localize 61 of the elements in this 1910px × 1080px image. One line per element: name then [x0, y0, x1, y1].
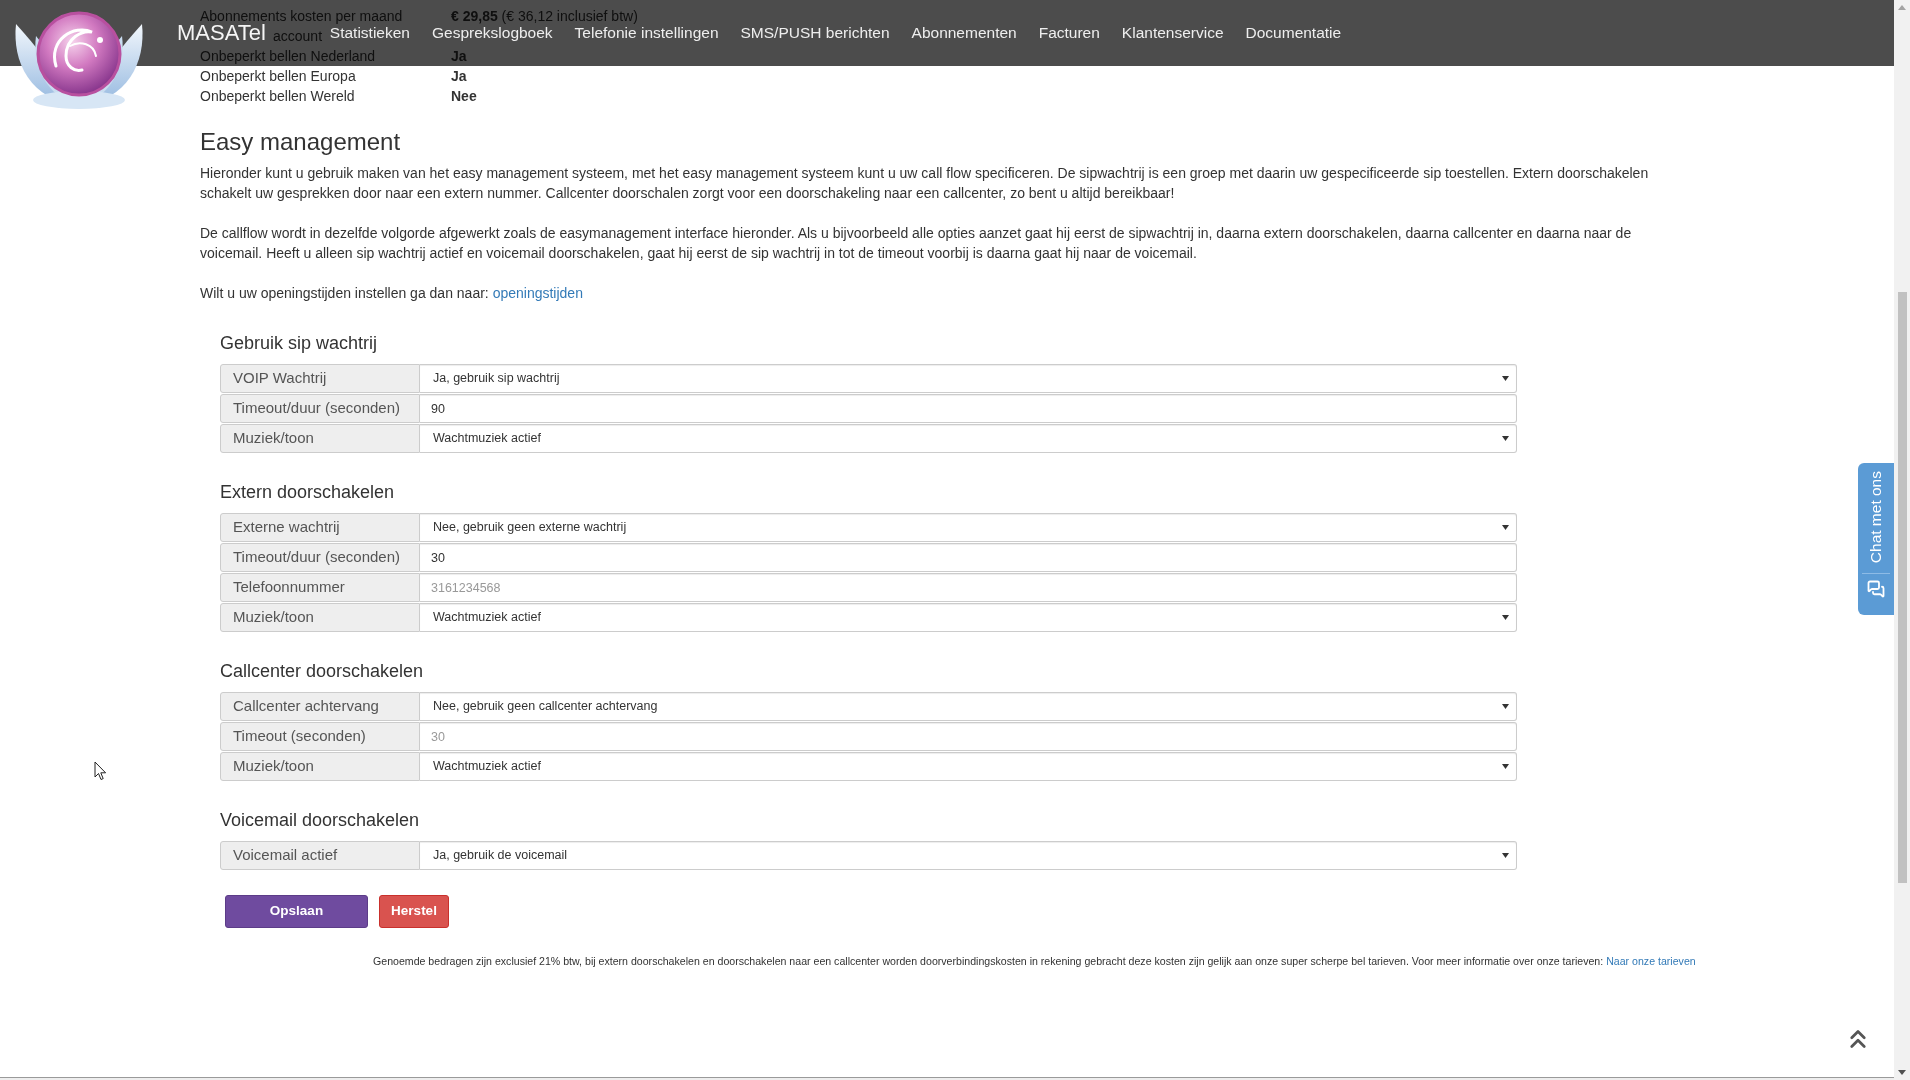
- field-label: Muziek/toon: [220, 424, 420, 453]
- dropdown[interactable]: Ja, gebruik sip wachtrij: [420, 364, 1517, 393]
- field-label: Externe wachtrij: [220, 513, 420, 542]
- summary-label: Onbeperkt bellen Nederland: [200, 46, 376, 66]
- summary-value: Nee: [451, 86, 477, 106]
- nav-link[interactable]: Klantenservice: [1121, 22, 1224, 44]
- caret-icon: [1502, 764, 1509, 769]
- dropdown[interactable]: Ja, gebruik de voicemail: [420, 841, 1517, 870]
- section-heading: Callcenter doorschakelen: [220, 660, 425, 682]
- caret-icon: [1502, 615, 1509, 620]
- intro-paragraph: Hieronder kunt u gebruik maken van het easy management systeem, met het easy management systeem kunt u uw call flow specificeren. De sipwachtrij is een groep met daarin uw gespecificeerde sip toestellen. Extern doorschakelen schakelt uw gesprekken door naar een extern nummer. Callcenter doorschalen zorgt voor een doorschakeling naar een callcenter, zo bent u altijd bereikbaar!: [200, 164, 1650, 203]
- summary-label: Onbeperkt bellen Wereld: [200, 86, 355, 106]
- hours-link[interactable]: openingstijden: [492, 285, 583, 301]
- field-label: Timeout (seconden): [220, 722, 420, 751]
- rates-link[interactable]: Naar onze tarieven: [1606, 955, 1696, 967]
- dropdown[interactable]: Nee, gebruik geen callcenter achtervang: [420, 692, 1517, 721]
- caret-icon: [1502, 704, 1509, 709]
- dropdown[interactable]: Wachtmuziek actief: [420, 752, 1517, 781]
- field-label: Timeout/duur (seconden): [220, 543, 420, 572]
- section-heading: Extern doorschakelen: [220, 481, 396, 503]
- scrollbar-thumb[interactable]: [1897, 292, 1907, 883]
- field-label: Timeout/duur (seconden): [220, 394, 420, 423]
- input-field[interactable]: 30: [420, 722, 1517, 751]
- caret-icon: [1502, 436, 1509, 441]
- scrollbar[interactable]: [1894, 0, 1910, 1080]
- nav-link[interactable]: Documentatie: [1245, 22, 1342, 44]
- caret-icon: [1502, 525, 1509, 530]
- cursor-icon: [94, 761, 107, 781]
- summary-value: Ja: [451, 66, 467, 86]
- field-label: Callcenter achtervang: [220, 692, 420, 721]
- summary-label: Onbeperkt bellen Europa: [200, 66, 356, 86]
- input-field[interactable]: 30: [420, 543, 1517, 572]
- reset-button[interactable]: Herstel: [379, 895, 449, 928]
- field-label: Muziek/toon: [220, 603, 420, 632]
- save-button[interactable]: Opslaan: [225, 895, 368, 928]
- nav-link[interactable]: Facturen: [1038, 22, 1100, 44]
- caret-icon: [1502, 376, 1509, 381]
- section-heading: Gebruik sip wachtrij: [220, 332, 379, 354]
- intro-paragraph: De callflow wordt in dezelfde volgorde afgewerkt zoals de easymanagement interface hieronder. Als u bijvoorbeeld alle opties aanzet gaat hij eerst de sipwachtrij in, daarna extern doorschakelen, daarna callcenter en daarna naar de voicemail. Heeft u alleen sip wachtrij actief en voicemail doorschakelen, gaat hij eerst de sip wachtrij in tot de timeout voorbij is daarna gaat hij naar de voicemail.: [200, 224, 1633, 263]
- dropdown[interactable]: Wachtmuziek actief: [420, 424, 1517, 453]
- footer-note: Genoemde bedragen zijn exclusief 21% btw, bij extern doorschakelen en doorschakelen naar een callcenter worden doorverbindingskosten in rekening gebracht deze kosten zijn gelijk aan onze super scherpe bel tarieven. Voor meer informatie over onze tarieven: Naar onze tarieven: [373, 954, 1697, 969]
- page-heading: Easy management: [200, 127, 402, 157]
- dropdown[interactable]: Wachtmuziek actief: [420, 603, 1517, 632]
- nav-link[interactable]: SMS/PUSH berichten: [740, 22, 890, 44]
- summary-label: account: [273, 26, 323, 46]
- section-heading: Voicemail doorschakelen: [220, 809, 421, 831]
- field-label: Telefoonnummer: [220, 573, 420, 602]
- input-field[interactable]: 90: [420, 394, 1517, 423]
- dropdown[interactable]: Nee, gebruik geen externe wachtrij: [420, 513, 1517, 542]
- scroll-down-arrow-icon[interactable]: [1898, 1070, 1906, 1075]
- input-field[interactable]: 3161234568: [420, 573, 1517, 602]
- chat-icon: [1867, 580, 1885, 599]
- nav-link[interactable]: Abonnementen: [911, 22, 1017, 44]
- field-label: Muziek/toon: [220, 752, 420, 781]
- field-label: VOIP Wachtrij: [220, 364, 420, 393]
- summary-value: Ja: [451, 46, 467, 66]
- hours-paragraph: Wilt u uw openingstijden instellen ga dan naar: openingstijden: [200, 284, 584, 303]
- caret-icon: [1502, 853, 1509, 858]
- summary-label: Abonnements kosten per maand: [200, 6, 403, 24]
- field-label: Voicemail actief: [220, 841, 420, 870]
- nav-link[interactable]: Statistieken: [329, 22, 410, 44]
